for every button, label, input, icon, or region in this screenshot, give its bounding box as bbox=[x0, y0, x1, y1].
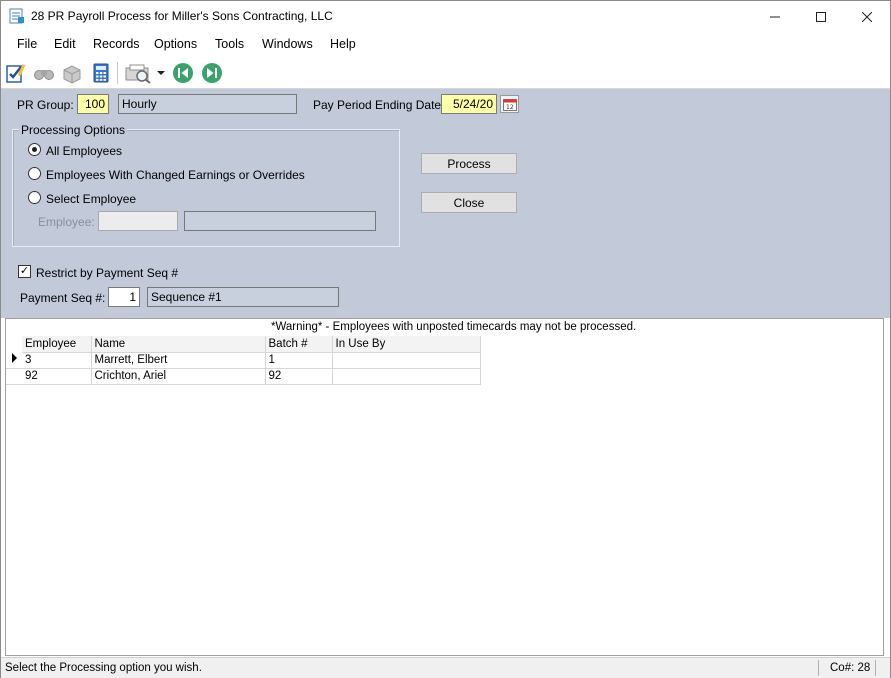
all-employees-radio[interactable] bbox=[28, 143, 41, 156]
batch-cell[interactable]: 1 bbox=[265, 352, 333, 369]
all-employees-label[interactable]: All Employees bbox=[46, 144, 122, 158]
unposted-timecards-warning: *Warning* - Employees with unposted time… bbox=[271, 321, 637, 333]
calendar-icon: 12 bbox=[502, 98, 517, 111]
row-selector-header bbox=[6, 336, 22, 352]
changed-earnings-radio[interactable] bbox=[28, 167, 41, 180]
print-preview-icon bbox=[125, 64, 151, 84]
select-employee-radio[interactable] bbox=[28, 191, 41, 204]
employee-label: Employee: bbox=[38, 215, 95, 229]
name-cell[interactable]: Crichton, Ariel bbox=[91, 368, 266, 385]
menu-options[interactable]: Options bbox=[154, 37, 197, 51]
find-button[interactable] bbox=[31, 60, 57, 86]
toolbar-separator bbox=[117, 62, 118, 84]
menu-records[interactable]: Records bbox=[93, 37, 140, 51]
menu-tools[interactable]: Tools bbox=[215, 37, 244, 51]
payroll-process-window: 28 PR Payroll Process for Miller's Sons … bbox=[0, 0, 891, 678]
dropdown-arrow-icon bbox=[157, 71, 165, 75]
row-pointer-icon bbox=[11, 353, 17, 364]
minimize-button[interactable] bbox=[752, 1, 798, 32]
employee-cell[interactable]: 92 bbox=[22, 368, 92, 385]
menu-help[interactable]: Help bbox=[330, 37, 356, 51]
table-row[interactable]: 3 Marrett, Elbert 1 bbox=[6, 352, 481, 369]
minimize-icon bbox=[770, 16, 780, 17]
status-message: Select the Processing option you wish. bbox=[5, 662, 202, 674]
column-header-employee[interactable]: Employee bbox=[22, 336, 92, 353]
pay-period-date-input[interactable]: 5/24/20 bbox=[441, 94, 497, 114]
employee-name-field bbox=[184, 211, 376, 231]
column-header-name[interactable]: Name bbox=[91, 336, 266, 353]
menu-edit[interactable]: Edit bbox=[54, 37, 76, 51]
payment-seq-description: Sequence #1 bbox=[147, 287, 339, 307]
column-header-in-use-by[interactable]: In Use By bbox=[332, 336, 481, 353]
grid-header-row: Employee Name Batch # In Use By bbox=[6, 336, 481, 353]
payment-seq-input[interactable]: 1 bbox=[108, 287, 140, 307]
first-record-icon bbox=[173, 63, 193, 83]
calculator-button[interactable] bbox=[88, 60, 114, 86]
close-icon bbox=[862, 11, 872, 22]
svg-text:12: 12 bbox=[506, 104, 514, 111]
first-record-button[interactable] bbox=[170, 60, 196, 86]
processing-options-title: Processing Options bbox=[19, 123, 128, 137]
print-preview-button[interactable] bbox=[122, 60, 156, 86]
calculator-icon bbox=[93, 63, 109, 83]
calendar-button[interactable]: 12 bbox=[500, 95, 519, 113]
batch-cell[interactable]: 92 bbox=[265, 368, 333, 385]
employee-grid: Employee Name Batch # In Use By 3 Marret… bbox=[6, 336, 481, 385]
employee-grid-area: *Warning* - Employees with unposted time… bbox=[5, 318, 884, 656]
last-record-icon bbox=[202, 63, 222, 83]
in-use-by-cell[interactable] bbox=[332, 352, 481, 369]
close-window-button[interactable] bbox=[844, 1, 890, 32]
pr-group-description: Hourly bbox=[118, 94, 297, 114]
last-record-button[interactable] bbox=[199, 60, 225, 86]
menu-bar: File Edit Records Options Tools Windows … bbox=[1, 32, 890, 57]
binoculars-icon bbox=[34, 70, 54, 80]
pr-group-label: PR Group: bbox=[17, 98, 74, 112]
employee-cell[interactable]: 3 bbox=[22, 352, 92, 369]
table-row[interactable]: 92 Crichton, Ariel 92 bbox=[6, 368, 481, 385]
menu-file[interactable]: File bbox=[17, 37, 37, 51]
company-number: Co#: 28 bbox=[830, 662, 871, 674]
changed-earnings-label[interactable]: Employees With Changed Earnings or Overr… bbox=[46, 168, 305, 182]
employee-input[interactable] bbox=[98, 211, 178, 231]
status-separator bbox=[875, 660, 876, 676]
current-row-indicator bbox=[6, 352, 22, 369]
pr-group-input[interactable]: 100 bbox=[77, 94, 109, 114]
archive-button[interactable] bbox=[59, 60, 85, 86]
restrict-payment-seq-label[interactable]: Restrict by Payment Seq # bbox=[36, 266, 178, 280]
column-header-batch[interactable]: Batch # bbox=[265, 336, 333, 353]
print-dropdown-button[interactable] bbox=[156, 60, 166, 86]
status-separator bbox=[818, 660, 819, 676]
name-cell[interactable]: Marrett, Elbert bbox=[91, 352, 266, 369]
payment-seq-label: Payment Seq #: bbox=[20, 291, 106, 305]
maximize-button[interactable] bbox=[798, 1, 844, 32]
pay-period-label: Pay Period Ending Date: bbox=[313, 98, 445, 112]
close-button[interactable]: Close bbox=[421, 192, 517, 213]
status-bar: Select the Processing option you wish. C… bbox=[1, 657, 890, 678]
edit-checklist-button[interactable] bbox=[3, 60, 29, 86]
window-title: 28 PR Payroll Process for Miller's Sons … bbox=[31, 9, 333, 23]
restrict-payment-seq-checkbox[interactable]: ✓ bbox=[18, 265, 31, 278]
maximize-icon bbox=[816, 11, 826, 22]
menu-windows[interactable]: Windows bbox=[262, 37, 313, 51]
select-employee-label[interactable]: Select Employee bbox=[46, 192, 136, 206]
process-button[interactable]: Process bbox=[421, 153, 517, 174]
app-icon bbox=[9, 8, 24, 24]
title-bar: 28 PR Payroll Process for Miller's Sons … bbox=[1, 1, 890, 32]
toolbar bbox=[1, 57, 890, 89]
box-icon bbox=[63, 65, 81, 84]
row-selector bbox=[6, 368, 22, 385]
in-use-by-cell[interactable] bbox=[332, 368, 481, 385]
checklist-edit-icon bbox=[6, 64, 26, 83]
